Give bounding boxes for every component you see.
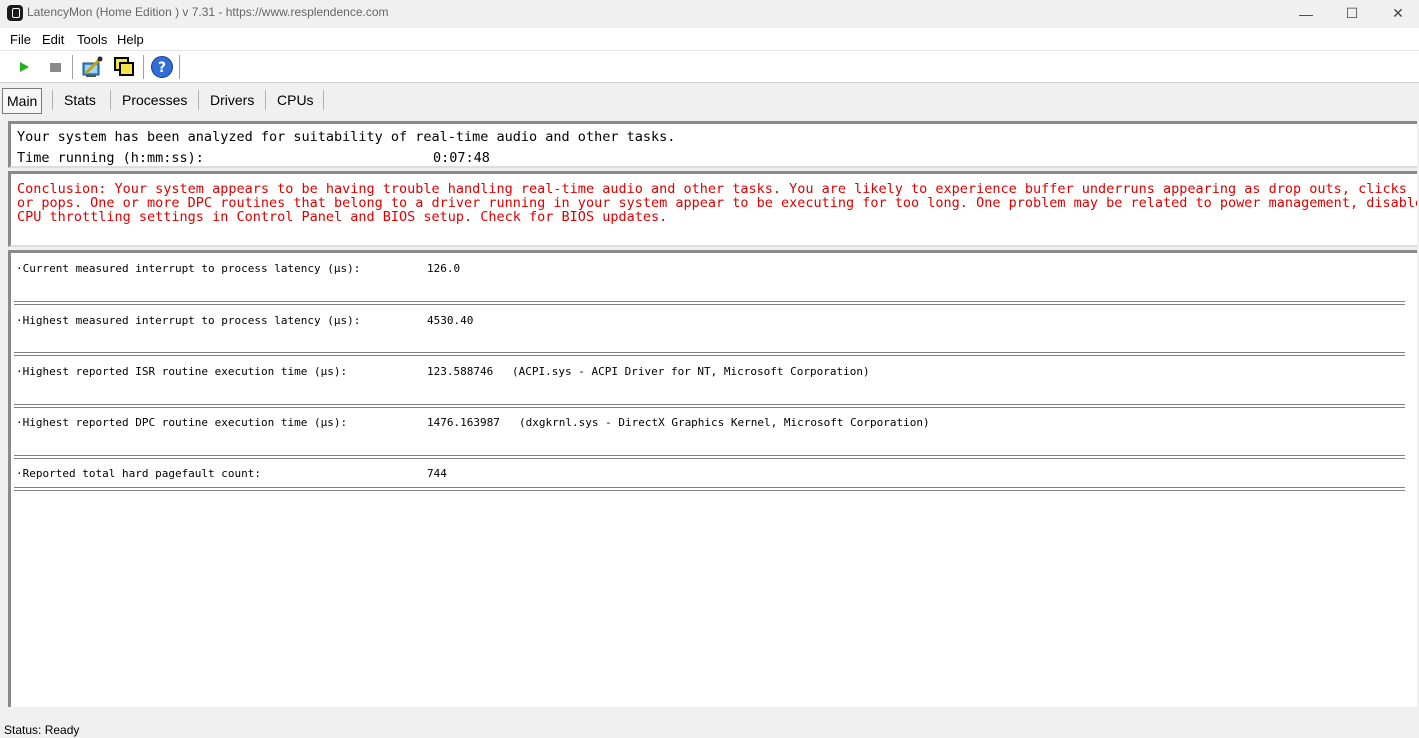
metric-detail: (ACPI.sys - ACPI Driver for NT, Microsof…	[512, 365, 870, 378]
conclusion-box: Conclusion: Your system appears to be ha…	[8, 171, 1417, 247]
metric-label: ·Current measured interrupt to process l…	[16, 262, 361, 275]
metric-label: ·Highest measured interrupt to process l…	[16, 314, 361, 327]
minimize-button[interactable]: —	[1283, 0, 1329, 27]
windows-icon[interactable]	[111, 54, 137, 80]
close-button[interactable]: ✕	[1375, 0, 1419, 27]
tab-stats[interactable]: Stats	[64, 88, 96, 112]
row-divider	[14, 301, 1405, 305]
menu-help[interactable]: Help	[117, 32, 144, 47]
menu-file[interactable]: File	[10, 32, 31, 47]
toolbar: ?	[0, 51, 1419, 83]
metric-label: ·Reported total hard pagefault count:	[16, 467, 262, 480]
tab-cpus[interactable]: CPUs	[277, 88, 314, 112]
tab-strip: Main Stats Processes Drivers CPUs	[0, 85, 1419, 115]
title-bar: LatencyMon (Home Edition ) v 7.31 - http…	[0, 0, 1419, 27]
tab-drivers[interactable]: Drivers	[210, 88, 254, 112]
time-running-value: 0:07:48	[433, 150, 490, 166]
status-bar: Status: Ready	[4, 723, 80, 737]
tab-main[interactable]: Main	[2, 88, 43, 114]
metric-label: ·Highest reported DPC routine execution …	[16, 416, 348, 429]
tab-separator	[265, 90, 266, 110]
row-divider	[14, 404, 1405, 408]
row-divider	[14, 487, 1405, 491]
summary-box: Your system has been analyzed for suitab…	[8, 121, 1417, 168]
tab-processes[interactable]: Processes	[122, 88, 187, 112]
maximize-button[interactable]: ☐	[1329, 0, 1375, 27]
metric-value: 123.588746	[427, 365, 494, 378]
toolbar-separator	[72, 55, 74, 79]
time-running-label: Time running (h:mm:ss):	[17, 150, 204, 166]
summary-text: Your system has been analyzed for suitab…	[17, 129, 676, 145]
tab-separator	[323, 90, 324, 110]
tab-separator	[110, 90, 111, 110]
stop-icon[interactable]	[42, 54, 68, 80]
tab-separator	[52, 90, 53, 110]
analyze-icon[interactable]	[79, 54, 105, 80]
svg-text:?: ?	[158, 60, 166, 76]
help-icon[interactable]: ?	[149, 54, 175, 80]
metric-value: 744	[427, 467, 447, 480]
play-icon[interactable]	[11, 54, 37, 80]
toolbar-separator	[179, 55, 181, 79]
window-title: LatencyMon (Home Edition ) v 7.31 - http…	[27, 5, 389, 19]
menu-edit[interactable]: Edit	[42, 32, 64, 47]
menu-bar: File Edit Tools Help	[0, 28, 1419, 51]
menu-tools[interactable]: Tools	[77, 32, 107, 47]
metric-value: 1476.163987	[427, 416, 500, 429]
metric-value: 126.0	[427, 262, 461, 275]
app-icon	[7, 5, 23, 21]
metric-value: 4530.40	[427, 314, 474, 327]
tab-separator	[198, 90, 199, 110]
conclusion-line-3: CPU throttling settings in Control Panel…	[17, 209, 668, 225]
metric-label: ·Highest reported ISR routine execution …	[16, 365, 348, 378]
row-divider	[14, 455, 1405, 459]
row-divider	[14, 352, 1405, 356]
toolbar-separator	[143, 55, 145, 79]
metric-detail: (dxgkrnl.sys - DirectX Graphics Kernel, …	[519, 416, 930, 429]
